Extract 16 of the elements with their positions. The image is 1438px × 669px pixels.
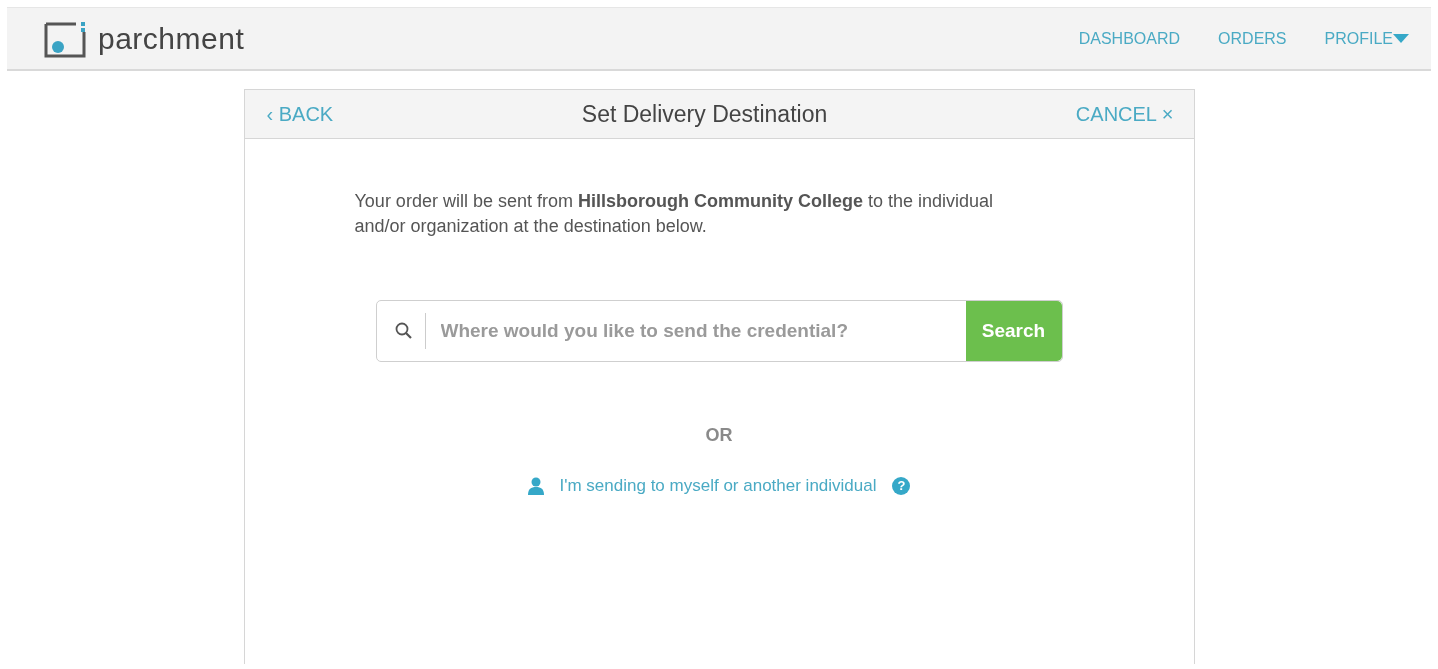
or-text: OR (705, 425, 733, 445)
nav-link[interactable]: ORDERS (1218, 26, 1287, 51)
help-icon[interactable]: ? (892, 476, 911, 495)
search-icon (394, 322, 413, 340)
individual-link[interactable]: I'm sending to myself or another individual (527, 473, 877, 499)
nav-link[interactable]: PROFILE (1324, 26, 1409, 51)
logo-text: parchment (98, 21, 245, 57)
nav-link[interactable]: DASHBOARD (1078, 26, 1181, 51)
person-icon (527, 476, 544, 495)
search-field[interactable]: Where would you like to send the credential? Search (375, 300, 1063, 362)
page-title: Set Delivery Destination (581, 99, 828, 129)
back-link[interactable]: ‹ BACK (266, 99, 334, 129)
cancel-link[interactable]: CANCEL × (1075, 99, 1174, 129)
intro-text: Your order will be sent from Hillsborough Community College to the individual and/or organization at the destination below. (354, 190, 995, 238)
caret-icon (1393, 33, 1409, 44)
search-button[interactable]: Search (965, 301, 1062, 361)
